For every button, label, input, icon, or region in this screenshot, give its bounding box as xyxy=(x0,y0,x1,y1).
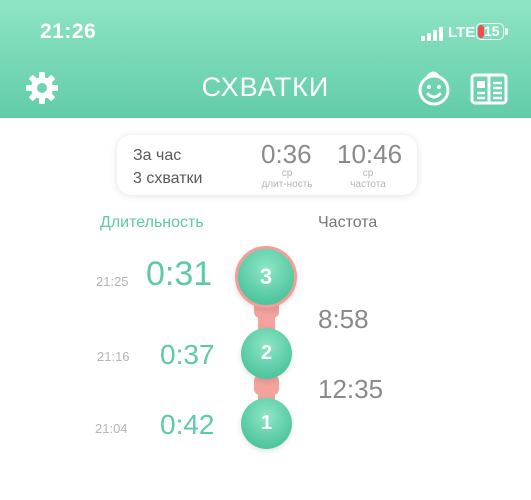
avg-duration-value: 0:36 xyxy=(261,139,312,169)
hourly-summary-card: За час 3 схватки 0:36 ср длит-ность 10:4… xyxy=(117,135,417,195)
status-bar: 21:26 LTE 15 xyxy=(0,0,531,60)
avg-duration-caption2: длит-ность xyxy=(261,179,313,190)
book-icon[interactable] xyxy=(469,71,509,107)
app-header: 21:26 LTE 15 СХВАТКИ xyxy=(0,0,531,118)
contraction-time: 21:04 xyxy=(95,421,128,436)
summary-count: 3 схватки xyxy=(133,170,203,187)
contraction-duration: 0:42 xyxy=(160,409,215,440)
duration-column-header: Длительность xyxy=(100,214,204,231)
summary-period: За час xyxy=(133,147,182,164)
signal-icon xyxy=(421,25,443,41)
status-time: 21:26 xyxy=(40,20,97,43)
network-type: LTE xyxy=(448,24,476,41)
battery-icon: 15 xyxy=(476,23,504,40)
baby-face-icon[interactable] xyxy=(414,68,454,108)
contraction-marker[interactable]: 3 xyxy=(235,246,297,308)
avg-frequency-value: 10:46 xyxy=(337,139,403,169)
interval-value: 12:35 xyxy=(318,374,384,404)
contraction-duration: 0:31 xyxy=(146,255,213,293)
interval-value: 8:58 xyxy=(318,304,369,334)
battery-level: 15 xyxy=(484,23,500,39)
contraction-time: 21:16 xyxy=(97,349,130,364)
avg-frequency-caption2: частота xyxy=(350,179,386,190)
contraction-time: 21:25 xyxy=(96,274,129,289)
contraction-marker[interactable]: 2 xyxy=(241,328,292,379)
frequency-column-header: Частота xyxy=(318,214,378,231)
contraction-marker[interactable]: 1 xyxy=(241,398,292,449)
contraction-duration: 0:37 xyxy=(160,339,215,370)
